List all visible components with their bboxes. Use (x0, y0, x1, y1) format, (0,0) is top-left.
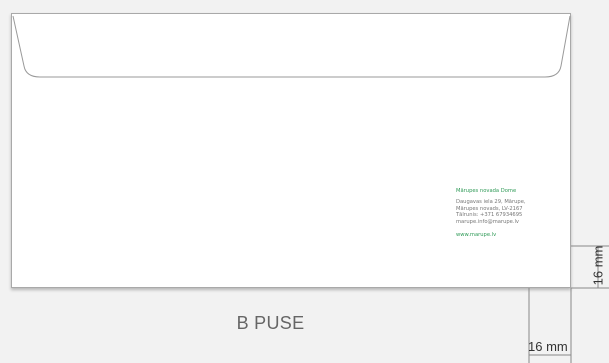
right-margin-label: 16 mm (590, 245, 606, 286)
bottom-margin-label: 16 mm (528, 339, 568, 354)
dimension-lines (528, 245, 609, 363)
